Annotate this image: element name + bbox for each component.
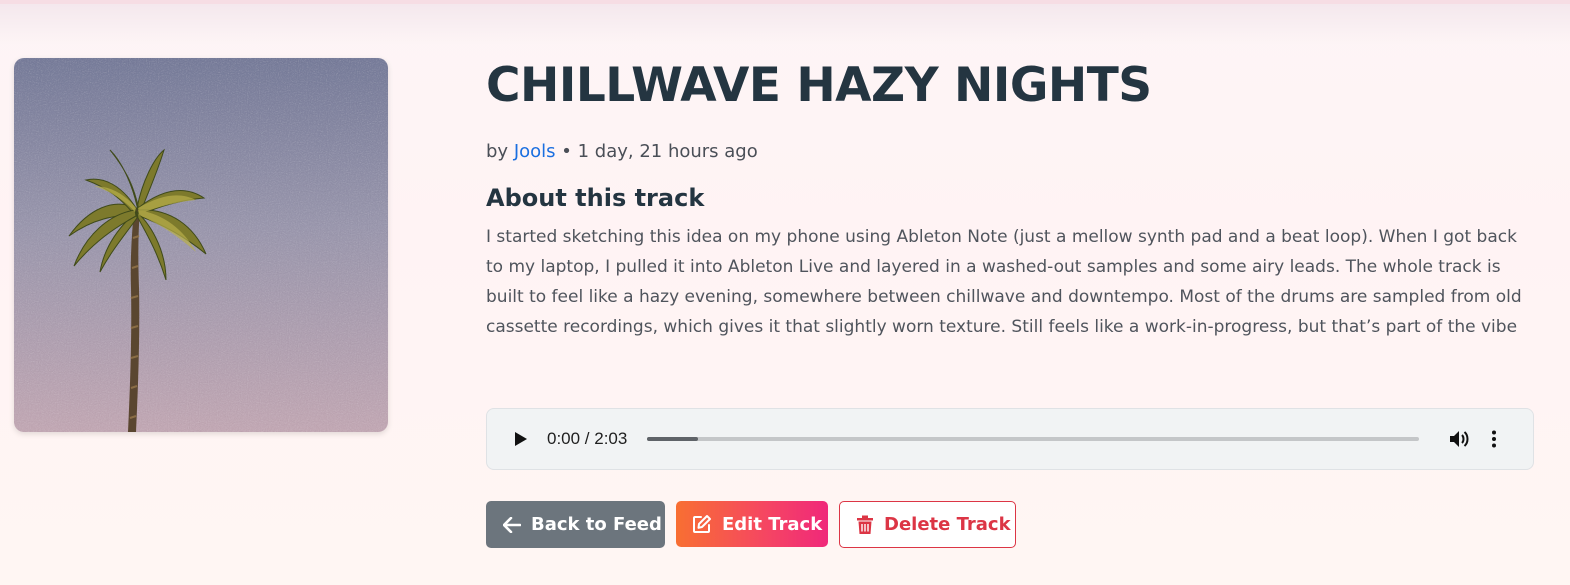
edit-track-button[interactable]: Edit Track: [676, 501, 828, 547]
back-to-feed-label: Back to Feed: [531, 514, 662, 535]
edit-icon: [692, 514, 712, 534]
meta-separator: •: [555, 141, 578, 162]
track-cover-image: [14, 58, 388, 432]
play-button[interactable]: [511, 429, 531, 449]
more-vert-icon: [1492, 430, 1497, 448]
edit-track-label: Edit Track: [722, 513, 823, 535]
about-heading: About this track: [486, 184, 705, 212]
play-icon: [515, 432, 527, 446]
artist-link[interactable]: Jools: [514, 141, 556, 162]
seek-bar[interactable]: [647, 437, 1420, 441]
header-shadow: [0, 4, 1570, 44]
time-display: 0:00 / 2:03: [547, 429, 628, 448]
more-options-button[interactable]: [1489, 428, 1499, 450]
delete-track-button[interactable]: Delete Track: [839, 501, 1016, 548]
seek-bar-buffered: [647, 437, 699, 441]
palm-tree-artwork: [14, 58, 388, 432]
by-label: by: [486, 141, 514, 162]
trash-icon: [856, 515, 874, 535]
back-to-feed-button[interactable]: Back to Feed: [486, 501, 665, 548]
track-details: CHILLWAVE HAZY NIGHTS by Jools • 1 day, …: [486, 56, 1536, 372]
volume-icon: [1450, 431, 1469, 447]
posted-time: 1 day, 21 hours ago: [577, 141, 758, 162]
track-actions: Back to Feed Edit Track Delete Track: [486, 501, 1016, 548]
track-description: I started sketching this idea on my phon…: [486, 227, 1522, 337]
volume-button[interactable]: [1449, 428, 1471, 450]
audio-player: 0:00 / 2:03: [486, 408, 1534, 470]
track-title: CHILLWAVE HAZY NIGHTS: [486, 58, 1152, 113]
track-meta: by Jools • 1 day, 21 hours ago: [486, 136, 1536, 168]
arrow-left-icon: [503, 516, 521, 533]
delete-track-label: Delete Track: [884, 514, 1011, 535]
